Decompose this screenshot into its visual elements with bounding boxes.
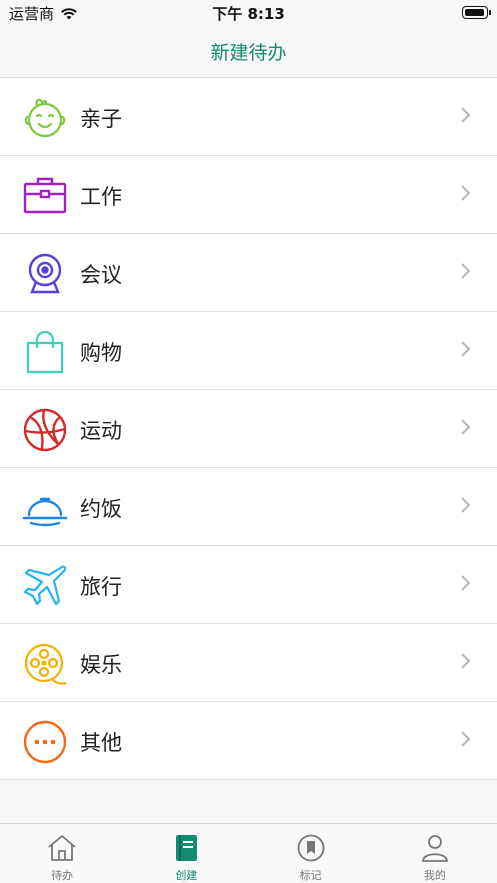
chevron-right-icon bbox=[461, 185, 471, 201]
film-reel-icon bbox=[24, 643, 67, 685]
chevron-right-icon bbox=[461, 497, 471, 513]
chevron-right-icon bbox=[461, 575, 471, 591]
tab-profile[interactable]: 我的 bbox=[373, 824, 497, 883]
food-cloche-icon bbox=[22, 497, 68, 527]
tab-label: 待办 bbox=[51, 869, 74, 882]
briefcase-icon bbox=[23, 177, 67, 214]
list-item-label: 其他 bbox=[80, 731, 122, 755]
basketball-icon bbox=[23, 408, 67, 452]
list-item-label: 购物 bbox=[80, 341, 122, 365]
list-item-travel[interactable]: 旅行 bbox=[0, 546, 497, 624]
tab-label: 创建 bbox=[175, 869, 198, 882]
list-item-label: 会议 bbox=[80, 263, 122, 287]
airplane-icon bbox=[23, 565, 67, 606]
book-icon bbox=[176, 835, 198, 861]
person-icon bbox=[421, 835, 448, 862]
chevron-right-icon bbox=[461, 419, 471, 435]
list-item-label: 旅行 bbox=[80, 575, 122, 599]
tab-mark[interactable]: 标记 bbox=[249, 824, 373, 883]
webcam-icon bbox=[28, 253, 62, 294]
baby-face-icon bbox=[24, 98, 66, 138]
list-item-other[interactable]: 其他 bbox=[0, 702, 497, 780]
page-title: 新建待办 bbox=[210, 42, 287, 64]
chevron-right-icon bbox=[461, 263, 471, 279]
list-item-work[interactable]: 工作 bbox=[0, 156, 497, 234]
chevron-right-icon bbox=[461, 653, 471, 669]
tab-todo[interactable]: 待办 bbox=[0, 824, 124, 883]
tab-label: 我的 bbox=[423, 869, 446, 882]
chevron-right-icon bbox=[461, 107, 471, 123]
list-item-dining[interactable]: 约饭 bbox=[0, 468, 497, 546]
category-list: 亲子 工作 会议 购物 运动 约饭 旅行 娱乐 其他 bbox=[0, 78, 497, 780]
status-bar: 运营商 下午 8:13 bbox=[0, 0, 497, 26]
chevron-right-icon bbox=[461, 341, 471, 357]
list-item-label: 工作 bbox=[80, 185, 122, 209]
list-item-parenting[interactable]: 亲子 bbox=[0, 78, 497, 156]
tab-create[interactable]: 创建 bbox=[124, 824, 248, 883]
list-item-entertainment[interactable]: 娱乐 bbox=[0, 624, 497, 702]
tab-bar: 待办 创建 标记 我的 bbox=[0, 823, 497, 883]
chevron-right-icon bbox=[461, 731, 471, 747]
bookmark-icon bbox=[297, 834, 325, 862]
list-item-label: 运动 bbox=[80, 419, 122, 443]
list-item-label: 娱乐 bbox=[80, 653, 122, 677]
more-dots-icon bbox=[23, 720, 67, 764]
screen: 运营商 下午 8:13 新建待办 亲子 工作 会议 购物 运动 约饭 旅行 娱乐… bbox=[0, 0, 497, 883]
status-time: 下午 8:13 bbox=[212, 5, 285, 23]
list-item-label: 约饭 bbox=[80, 497, 122, 521]
shopping-bag-icon bbox=[26, 330, 64, 374]
list-item-sports[interactable]: 运动 bbox=[0, 390, 497, 468]
battery-icon bbox=[462, 6, 491, 19]
home-icon bbox=[48, 835, 76, 861]
list-item-meeting[interactable]: 会议 bbox=[0, 234, 497, 312]
tab-label: 标记 bbox=[299, 869, 322, 882]
list-item-shopping[interactable]: 购物 bbox=[0, 312, 497, 390]
nav-bar: 新建待办 bbox=[0, 26, 497, 78]
list-item-label: 亲子 bbox=[80, 107, 122, 131]
